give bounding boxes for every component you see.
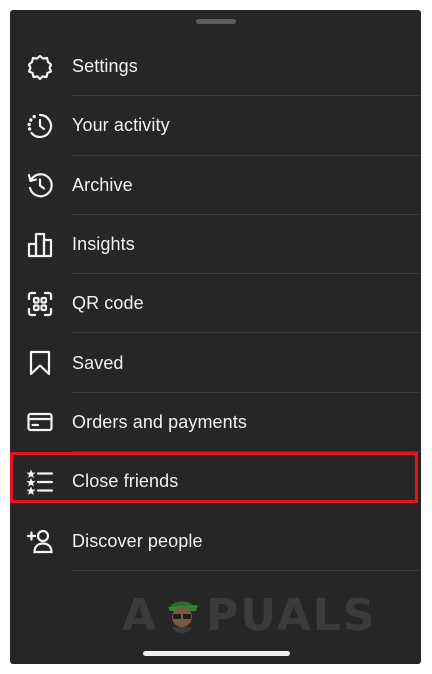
menu-item-label: Settings <box>72 56 138 77</box>
menu-item-label: Insights <box>72 234 135 255</box>
archive-history-icon <box>26 171 54 199</box>
insights-bar-chart-icon <box>26 231 54 259</box>
appuals-watermark: A PUALS <box>122 589 377 641</box>
qr-code-icon <box>26 290 54 318</box>
bookmark-icon <box>26 349 54 377</box>
menu-item-label: Close friends <box>72 471 179 492</box>
bottom-sheet-menu: Settings Your activity Archive Insights … <box>10 10 421 664</box>
menu-item-label: Your activity <box>72 115 170 136</box>
menu-item-label: Archive <box>72 174 133 195</box>
menu-item-orders-and-payments[interactable]: Orders and payments <box>10 393 421 453</box>
add-person-icon <box>26 527 54 555</box>
menu-item-saved[interactable]: Saved <box>10 333 421 394</box>
menu-item-close-friends[interactable]: Close friends <box>10 452 421 511</box>
menu-item-label: QR code <box>72 293 144 314</box>
menu-item-qr-code[interactable]: QR code <box>10 274 421 334</box>
sheet-grabber-handle[interactable] <box>196 19 236 24</box>
menu-item-archive[interactable]: Archive <box>10 156 421 216</box>
menu-item-label: Saved <box>72 352 124 373</box>
activity-clock-icon <box>26 112 54 140</box>
menu-item-discover-people[interactable]: Discover people <box>10 511 421 571</box>
menu-item-insights[interactable]: Insights <box>10 215 421 275</box>
close-friends-star-list-icon <box>26 468 54 496</box>
menu-item-your-activity[interactable]: Your activity <box>10 96 421 156</box>
credit-card-icon <box>26 408 54 436</box>
menu-item-label: Orders and payments <box>72 411 247 432</box>
watermark-text-right: PUALS <box>206 589 377 641</box>
menu-item-label: Discover people <box>72 530 203 551</box>
appuals-mascot-icon <box>162 593 202 637</box>
settings-gear-icon <box>26 53 54 81</box>
home-indicator-bar[interactable] <box>143 651 290 656</box>
menu-item-settings[interactable]: Settings <box>10 37 421 97</box>
profile-menu-list: Settings Your activity Archive Insights … <box>10 37 421 571</box>
watermark-text-left: A <box>122 589 159 641</box>
